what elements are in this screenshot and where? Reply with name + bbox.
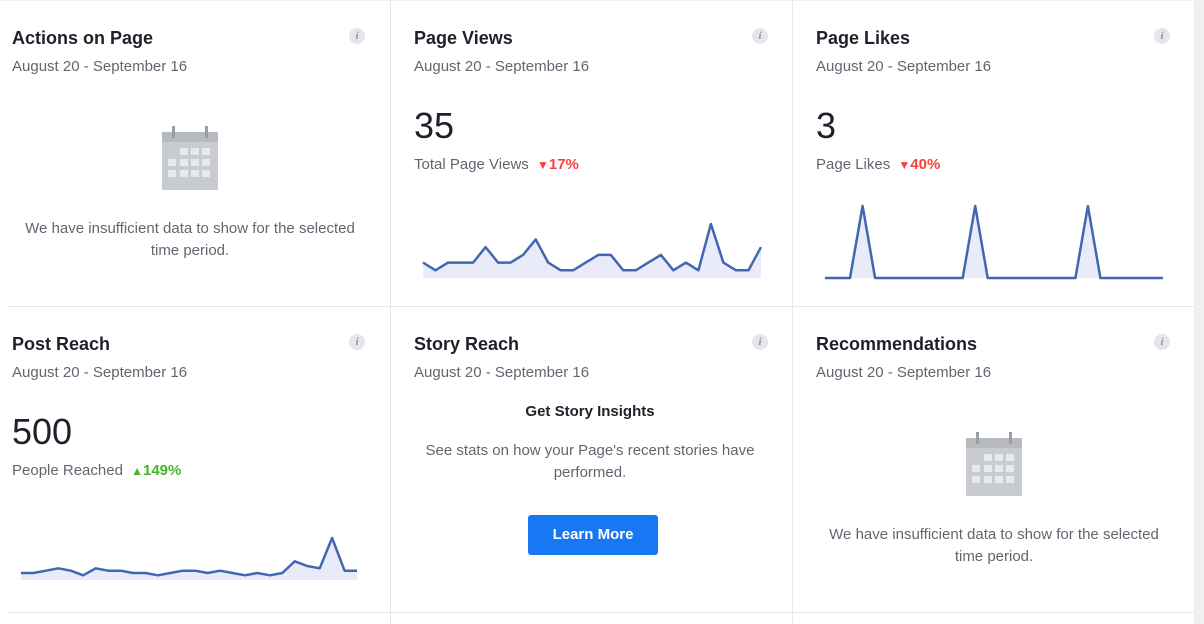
sparkline-line bbox=[825, 204, 1163, 280]
sparkline-area bbox=[825, 206, 1163, 278]
card-page-views: Page Views i August 20 - September 16 35… bbox=[402, 0, 792, 306]
change-indicator: ▼17% bbox=[533, 156, 579, 173]
metric-value: 35 bbox=[414, 105, 455, 146]
insights-grid: Actions on Page i August 20 - September … bbox=[0, 0, 1194, 624]
card-title: Actions on Page bbox=[12, 28, 154, 48]
date-range: August 20 - September 16 bbox=[816, 58, 992, 75]
sparkline-area bbox=[423, 224, 761, 278]
card-title: Story Reach bbox=[414, 334, 520, 354]
down-arrow-icon: ▼ bbox=[898, 158, 911, 172]
divider bbox=[792, 0, 793, 624]
date-range: August 20 - September 16 bbox=[12, 364, 188, 381]
insufficient-data-message: We have insufficient data to show for th… bbox=[829, 526, 1159, 565]
change-value: 17% bbox=[548, 156, 579, 173]
page-views-sparkline bbox=[422, 222, 762, 278]
metric-value: 3 bbox=[816, 105, 837, 146]
card-story-reach: Story Reach i August 20 - September 16 G… bbox=[402, 306, 792, 612]
card-title: Page Likes bbox=[816, 28, 911, 48]
metric-value: 500 bbox=[12, 411, 73, 452]
divider bbox=[8, 612, 1194, 613]
card-recommendations: Recommendations i August 20 - September … bbox=[804, 306, 1194, 612]
card-actions-on-page: Actions on Page i August 20 - September … bbox=[0, 0, 390, 306]
change-indicator: ▼40% bbox=[894, 156, 940, 173]
card-post-reach: Post Reach i August 20 - September 16 50… bbox=[0, 306, 390, 612]
calendar-icon bbox=[162, 126, 218, 190]
metric-label: People Reached bbox=[12, 462, 123, 479]
info-icon[interactable]: i bbox=[349, 334, 365, 350]
scrollbar[interactable] bbox=[1194, 0, 1204, 624]
card-title: Post Reach bbox=[12, 334, 111, 354]
info-icon[interactable]: i bbox=[752, 334, 768, 350]
change-value: 149% bbox=[142, 462, 182, 479]
card-page-likes: Page Likes i August 20 - September 16 3 … bbox=[804, 0, 1194, 306]
promo-heading: Get Story Insights bbox=[525, 403, 655, 420]
metric-row: Page Likes ▼40% bbox=[816, 156, 940, 173]
date-range: August 20 - September 16 bbox=[12, 58, 188, 75]
page-likes-sparkline bbox=[825, 204, 1163, 280]
down-arrow-icon: ▼ bbox=[536, 158, 549, 172]
date-range: August 20 - September 16 bbox=[414, 58, 590, 75]
info-icon[interactable]: i bbox=[752, 28, 768, 44]
info-icon[interactable]: i bbox=[349, 28, 365, 44]
divider bbox=[390, 0, 391, 624]
card-title: Recommendations bbox=[816, 334, 978, 354]
metric-label: Total Page Views bbox=[414, 156, 529, 173]
date-range: August 20 - September 16 bbox=[414, 364, 590, 381]
sparkline-area bbox=[21, 538, 357, 580]
change-indicator: ▲149% bbox=[127, 462, 181, 479]
date-range: August 20 - September 16 bbox=[816, 364, 992, 381]
info-icon[interactable]: i bbox=[1154, 28, 1170, 44]
post-reach-sparkline bbox=[21, 536, 357, 580]
calendar-icon bbox=[966, 432, 1022, 496]
metric-row: Total Page Views ▼17% bbox=[414, 156, 579, 173]
metric-row: People Reached ▲149% bbox=[12, 462, 181, 479]
change-value: 40% bbox=[910, 156, 941, 173]
promo-text: See stats on how your Page's recent stor… bbox=[425, 442, 755, 481]
info-icon[interactable]: i bbox=[1154, 334, 1170, 350]
metric-label: Page Likes bbox=[816, 156, 891, 173]
learn-more-button[interactable]: Learn More bbox=[528, 515, 658, 555]
insufficient-data-message: We have insufficient data to show for th… bbox=[25, 220, 355, 259]
up-arrow-icon: ▲ bbox=[131, 464, 143, 478]
card-title: Page Views bbox=[414, 28, 513, 48]
